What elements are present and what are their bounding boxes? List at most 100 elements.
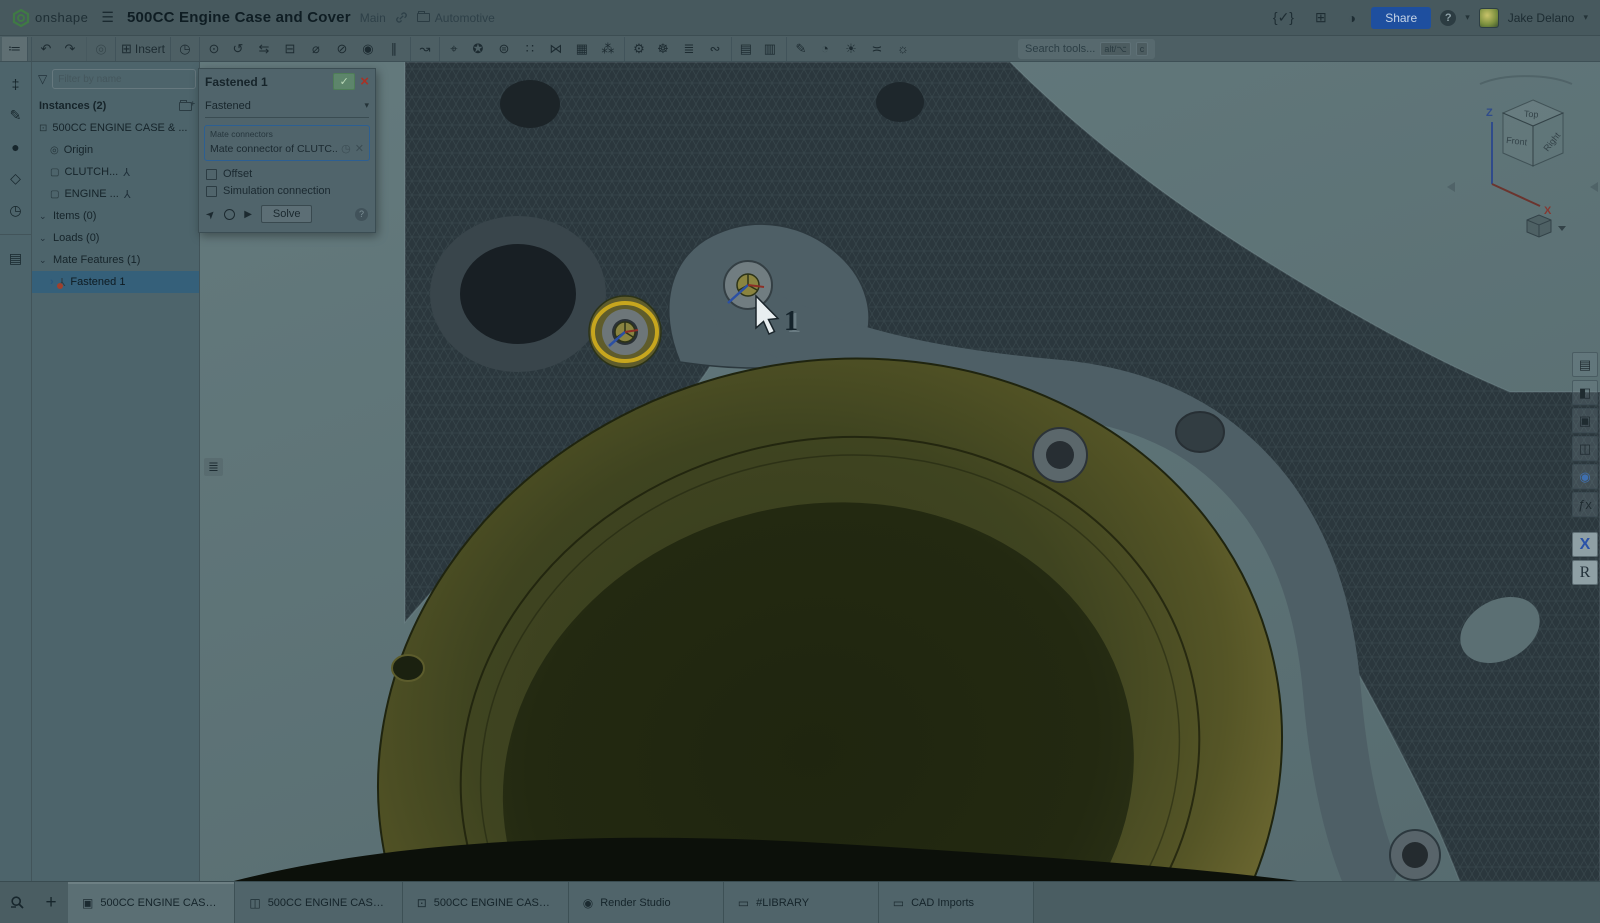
filter-input[interactable] xyxy=(52,69,196,89)
avatar[interactable] xyxy=(1479,8,1499,28)
mate-type-select[interactable]: Fastened ▾ xyxy=(205,94,369,118)
rotate-arrow[interactable] xyxy=(1447,182,1598,192)
gear-relation-icon[interactable]: ⚙ xyxy=(624,37,650,61)
view-options-button[interactable] xyxy=(1527,215,1566,237)
mate-connector-marker-selected[interactable] xyxy=(589,296,661,368)
drawing-table-icon[interactable]: ▤ xyxy=(731,37,757,61)
simulation-checkbox[interactable] xyxy=(206,186,217,197)
frame-icon[interactable]: ▥ xyxy=(757,37,783,61)
versions-help-icon[interactable]: ◇ xyxy=(10,170,21,187)
tree-item-engine[interactable]: ▢ ENGINE ... ⅄ xyxy=(32,183,199,205)
variables-icon[interactable]: ƒx xyxy=(1572,492,1598,517)
revision-clock-icon[interactable]: ◷ xyxy=(170,37,196,61)
share-button[interactable]: Share xyxy=(1371,7,1431,29)
mate-planar-icon[interactable]: ⊟ xyxy=(277,37,303,61)
appearance-display-icon[interactable]: ☼ xyxy=(890,37,916,61)
bom-panel-icon[interactable]: ▤ xyxy=(9,250,22,267)
simulation-option[interactable]: Simulation connection xyxy=(199,180,375,197)
new-folder-icon[interactable] xyxy=(179,102,192,111)
tree-section-items[interactable]: ⌄ Items (0) xyxy=(32,205,199,227)
edit-in-context-icon[interactable]: ⌖ xyxy=(439,37,465,61)
history-icon[interactable]: ◷ xyxy=(341,142,351,155)
section-display-icon[interactable]: ≍ xyxy=(864,37,890,61)
section-view-icon[interactable]: ◫ xyxy=(1572,436,1598,461)
offset-option[interactable]: Offset xyxy=(199,163,375,180)
viewport-3d[interactable]: 1 1 Top Front Right Z X xyxy=(200,62,1600,881)
manage-tabs-icon[interactable] xyxy=(0,882,34,923)
remove-icon[interactable]: ✕ xyxy=(355,142,364,155)
mate-revolute-icon[interactable]: ↺ xyxy=(225,37,251,61)
tab-drawing[interactable]: ⊡ 500CC ENGINE CASE ... xyxy=(403,882,569,923)
mate-fastened-icon[interactable]: ⊙ xyxy=(199,37,225,61)
undo-icon[interactable]: ↶ xyxy=(31,37,57,61)
onshape-logo[interactable]: onshape xyxy=(12,9,88,27)
sketch-display-icon[interactable]: ✎ xyxy=(786,37,812,61)
animate-icon[interactable]: ▶ xyxy=(244,209,252,220)
user-caret-icon[interactable]: ▾ xyxy=(1583,12,1588,23)
rotate-arrow[interactable] xyxy=(1480,76,1572,84)
mate-slider-icon[interactable]: ⇆ xyxy=(251,37,277,61)
view-cube[interactable]: Top Front Right Z X xyxy=(1447,76,1598,237)
relation-icon[interactable]: ☸ xyxy=(650,37,676,61)
tab-cad-imports[interactable]: ▭ CAD Imports xyxy=(879,882,1034,923)
tree-item-origin[interactable]: ◎ Origin xyxy=(32,139,199,161)
tab-render-studio[interactable]: ◉ Render Studio xyxy=(569,882,724,923)
configurations-icon[interactable]: ‡ xyxy=(12,76,20,92)
reorient-secondary-axis-icon[interactable] xyxy=(224,209,235,220)
performance-icon[interactable]: ◷ xyxy=(9,202,21,219)
featurescript-icon[interactable]: {✓} xyxy=(1273,9,1294,26)
named-positions-icon[interactable]: ✪ xyxy=(465,37,491,61)
mate-connector-entry[interactable]: Mate connector of CLUTC... ◷ ✕ xyxy=(210,142,364,155)
workspace-name[interactable]: Main xyxy=(360,11,386,25)
filter-icon[interactable]: ▽ xyxy=(38,72,47,86)
help-caret-icon[interactable]: ▾ xyxy=(1465,12,1470,23)
solve-button[interactable]: Solve xyxy=(261,205,313,223)
replace-instance-icon[interactable]: ⊜ xyxy=(491,37,517,61)
mate-ball-icon[interactable]: ◉ xyxy=(355,37,381,61)
tree-section-mate-features[interactable]: ⌄ Mate Features (1) xyxy=(32,249,199,271)
instances-panel-icon[interactable]: ▣ xyxy=(1572,408,1598,433)
mate-connector-display-icon[interactable]: ☀ xyxy=(838,37,864,61)
link-icon[interactable] xyxy=(395,11,408,24)
document-menu-icon[interactable]: ☰ xyxy=(101,9,114,26)
assembly-features-icon[interactable]: ≔ xyxy=(2,37,28,61)
display-options-icon[interactable]: ◧ xyxy=(1572,380,1598,405)
exploded-view-icon[interactable]: ⁂ xyxy=(595,37,621,61)
tab-library[interactable]: ▭ #LIBRARY xyxy=(724,882,879,923)
feature-list-panel-icon[interactable]: ▤ xyxy=(1572,352,1598,377)
new-tab-button[interactable]: + xyxy=(34,882,68,923)
close-icon[interactable]: × xyxy=(360,74,369,89)
mirror-icon[interactable]: ⋈ xyxy=(543,37,569,61)
rack-relation-icon[interactable]: ≣ xyxy=(676,37,702,61)
tab-assembly[interactable]: ▣ 500CC ENGINE CASE ... xyxy=(68,882,235,923)
mate-cylindrical-icon[interactable]: ⌀ xyxy=(303,37,329,61)
help-icon[interactable]: ? xyxy=(1440,10,1456,26)
comments-icon[interactable]: ● xyxy=(11,139,19,155)
app-x-icon[interactable]: X xyxy=(1572,532,1598,557)
tree-item-clutch[interactable]: ▢ CLUTCH... ⅄ xyxy=(32,161,199,183)
mate-connector-marker-hover[interactable] xyxy=(724,261,772,309)
render-quality-icon[interactable]: ◉ xyxy=(1572,464,1598,489)
mate-pin-slot-icon[interactable]: ⊘ xyxy=(329,37,355,61)
tree-item-assembly[interactable]: ⊡ 500CC ENGINE CASE & ... xyxy=(32,117,199,139)
update-icon[interactable]: ◎ xyxy=(86,37,112,61)
insert-icon[interactable]: ⊞Insert xyxy=(115,37,167,61)
panel-collapse-toggle[interactable]: ≣ xyxy=(204,458,223,476)
pattern-icon[interactable]: ∷ xyxy=(517,37,543,61)
snap-mode-icon[interactable]: ↝ xyxy=(410,37,436,61)
hidden-instances-icon[interactable]: ◔ xyxy=(812,37,838,61)
dialog-help-icon[interactable]: ? xyxy=(355,208,368,221)
project-breadcrumb[interactable]: Automotive xyxy=(417,11,495,25)
tab-part-studio[interactable]: ◫ 500CC ENGINE CASE ... xyxy=(235,882,402,923)
offset-checkbox[interactable] xyxy=(206,169,217,180)
redo-icon[interactable]: ↷ xyxy=(57,37,83,61)
tree-section-loads[interactable]: ⌄ Loads (0) xyxy=(32,227,199,249)
mate-parallel-icon[interactable]: ∥ xyxy=(381,37,407,61)
accept-button[interactable]: ✓ xyxy=(333,73,355,90)
community-icon[interactable]: ◑ xyxy=(1348,10,1356,26)
app-store-icon[interactable]: ⊞ xyxy=(1315,9,1327,26)
chevron-right-icon[interactable]: › xyxy=(50,276,54,288)
bom-table-icon[interactable]: ▦ xyxy=(569,37,595,61)
app-r-icon[interactable]: R xyxy=(1572,560,1598,585)
tree-item-fastened[interactable]: › ⅄ Fastened 1 xyxy=(32,271,199,293)
